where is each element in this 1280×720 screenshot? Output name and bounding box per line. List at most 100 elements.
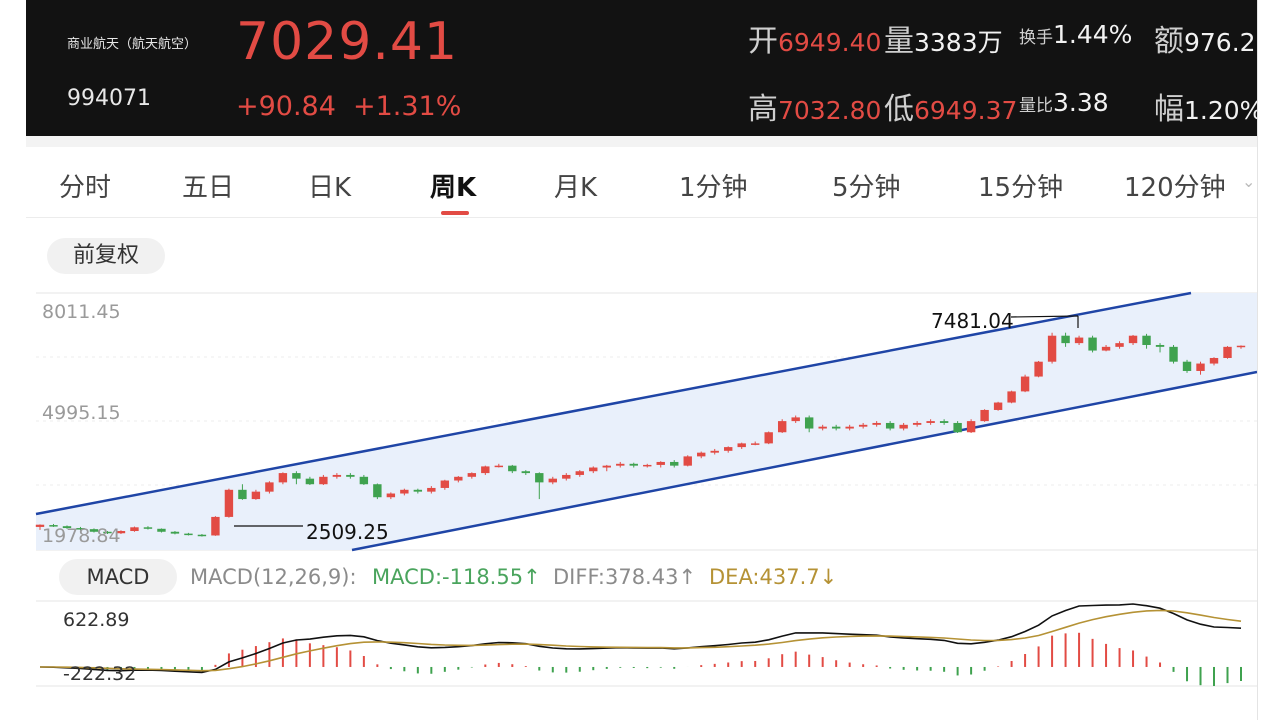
- candle-body: [1115, 343, 1124, 347]
- candle-body: [359, 476, 369, 485]
- tab-15min[interactable]: 15分钟: [978, 167, 1063, 204]
- candle-body: [305, 478, 315, 485]
- candle-body: [427, 487, 436, 492]
- candle-body: [858, 424, 868, 427]
- tab-daily-k[interactable]: 日K: [308, 167, 351, 204]
- candle-body: [656, 461, 665, 465]
- candle-body: [643, 464, 652, 467]
- tab-weekly-k[interactable]: 周K: [430, 167, 476, 204]
- candle-body: [224, 489, 234, 517]
- candle-body: [400, 489, 409, 494]
- candle-body: [562, 474, 571, 479]
- candle-body: [332, 474, 342, 477]
- candle-body: [1223, 346, 1232, 358]
- macd-histogram: [52, 632, 1242, 686]
- stat-volume: 量3383万: [884, 24, 1003, 59]
- tab-5min[interactable]: 5分钟: [832, 167, 901, 204]
- candle-body: [683, 456, 692, 466]
- macd-y-bottom: -222.32: [63, 663, 137, 685]
- candle-body: [1209, 357, 1219, 364]
- price-change-pct: +1.31%: [353, 91, 462, 122]
- stat-amount: 额976.2: [1154, 24, 1256, 59]
- kline-svg: [35, 291, 1258, 552]
- candle-body: [211, 516, 220, 536]
- candle-body: [386, 493, 396, 498]
- candle-body: [939, 421, 949, 423]
- stat-high: 高7032.80: [748, 92, 882, 127]
- candle-body: [831, 426, 841, 429]
- candle-body: [670, 461, 679, 466]
- candle-body: [1155, 344, 1165, 347]
- macd-chart[interactable]: 622.89 -222.32: [26, 600, 1257, 700]
- dea-value: DEA:437.7↓: [709, 565, 838, 589]
- candle-body: [1182, 361, 1192, 371]
- indicator-select-button[interactable]: MACD: [59, 559, 177, 595]
- candle-body: [1074, 337, 1084, 344]
- candle-body: [993, 402, 1003, 410]
- tab-monthly-k[interactable]: 月K: [554, 167, 597, 204]
- candle-body: [629, 463, 638, 466]
- candle-body: [508, 465, 517, 472]
- candle-body: [845, 426, 854, 429]
- tab-120min[interactable]: 120分钟: [1124, 167, 1226, 204]
- candle-body: [278, 473, 288, 483]
- candle-body: [238, 489, 247, 500]
- right-scroll-edge: [1257, 0, 1280, 720]
- candle-body: [1088, 337, 1097, 351]
- tab-more-chevron-icon[interactable]: ⌄: [1242, 172, 1255, 191]
- macd-y-top: 622.89: [63, 609, 130, 631]
- last-price: 7029.41: [236, 12, 459, 72]
- candle-body: [724, 447, 733, 451]
- candle-body: [926, 421, 935, 423]
- candle-body: [751, 443, 760, 445]
- section-divider: [26, 136, 1257, 147]
- candle-body: [980, 409, 989, 422]
- candle-body: [697, 452, 706, 457]
- candle-body: [1034, 361, 1043, 377]
- candle-body: [1169, 346, 1178, 362]
- candle-body: [521, 471, 530, 474]
- candle-body: [1007, 391, 1016, 403]
- left-margin: [0, 0, 26, 720]
- candle-body: [535, 473, 544, 483]
- tab-intraday[interactable]: 分时: [59, 167, 111, 204]
- candle-body: [170, 531, 180, 534]
- candle-body: [494, 465, 504, 468]
- candle-body: [899, 424, 908, 429]
- candle-body: [953, 422, 962, 433]
- candle-body: [804, 417, 814, 429]
- candle-body: [818, 426, 827, 429]
- candle-body: [885, 422, 895, 429]
- dea-line: [40, 609, 1242, 672]
- candle-body: [589, 467, 598, 472]
- candle-body: [791, 417, 800, 422]
- tab-five-day[interactable]: 五日: [182, 167, 234, 204]
- price-change: +90.84: [236, 91, 336, 122]
- macd-value: MACD:-118.55↑: [372, 565, 541, 589]
- candle-body: [130, 527, 139, 532]
- candle-body: [467, 473, 477, 477]
- candle-body: [440, 480, 450, 488]
- bottom-strip: [26, 700, 1257, 720]
- candle-body: [1142, 335, 1151, 345]
- candle-body: [251, 491, 261, 500]
- candle-body: [737, 443, 746, 448]
- candle-body: [319, 476, 328, 485]
- candle-body: [616, 463, 625, 466]
- candle-body: [413, 489, 423, 492]
- candle-body: [548, 478, 557, 483]
- active-tab-indicator: [441, 211, 469, 215]
- candle-body: [197, 534, 207, 537]
- adjust-mode-button[interactable]: 前复权: [47, 238, 165, 274]
- min-price-annotation: 2509.25: [306, 520, 389, 544]
- candle-body: [1128, 335, 1138, 344]
- kline-chart[interactable]: 8011.45 4995.15 1978.84 7481.04 2509.25: [26, 288, 1258, 552]
- candle-body: [966, 421, 976, 433]
- quote-header: 商业航天（航天航空） 994071 7029.41 +90.84 +1.31% …: [26, 0, 1257, 136]
- candle-body: [1047, 335, 1057, 362]
- candle-body: [454, 476, 463, 481]
- candle-body: [1196, 363, 1205, 371]
- stat-open: 开6949.40: [748, 24, 882, 59]
- tab-1min[interactable]: 1分钟: [679, 167, 748, 204]
- candle-body: [157, 528, 166, 532]
